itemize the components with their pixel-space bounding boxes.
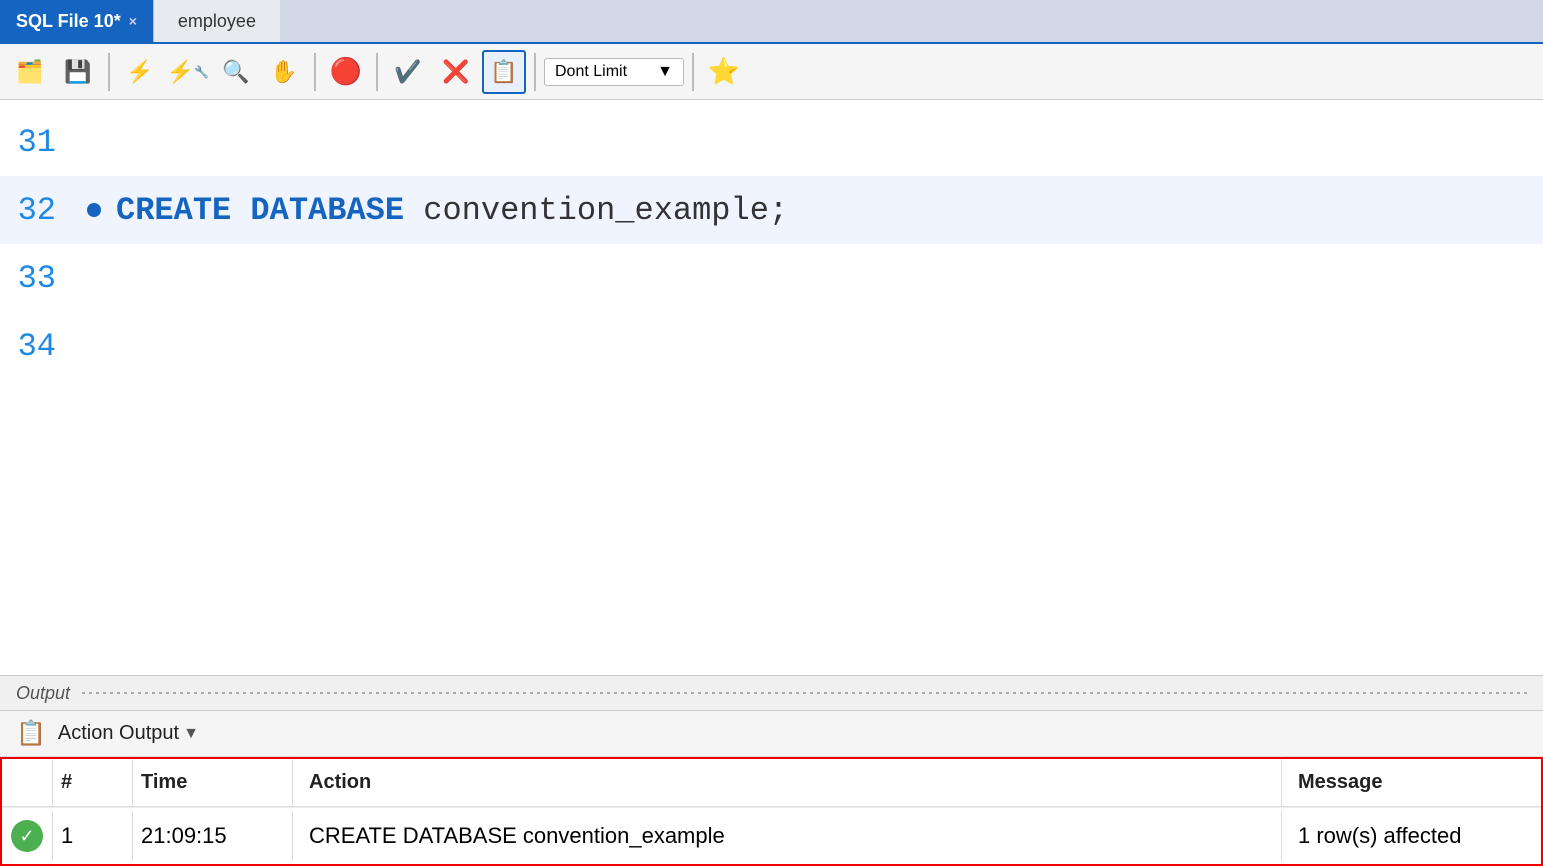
line-number-34: 34 bbox=[0, 328, 80, 365]
col-header-check bbox=[2, 759, 52, 806]
stop-button[interactable]: ✋ bbox=[262, 50, 306, 94]
line-number-32: 32 bbox=[0, 192, 80, 229]
code-line-34[interactable]: 34 bbox=[0, 312, 1543, 380]
save-button[interactable]: 💾 bbox=[56, 50, 100, 94]
results-table: # Time Action Message ✓ 1 21:09:15 CREAT… bbox=[0, 757, 1543, 866]
action-output-label: Action Output bbox=[58, 722, 179, 745]
results-table-header: # Time Action Message bbox=[2, 759, 1541, 807]
output-section-label: Output bbox=[16, 683, 70, 704]
action-output-dropdown[interactable]: Action Output ▼ bbox=[58, 722, 199, 745]
success-icon: ✓ bbox=[11, 820, 43, 852]
error-button[interactable]: 🔴 bbox=[324, 50, 368, 94]
action-output-bar: 📋 Action Output ▼ bbox=[0, 711, 1543, 757]
toolbar-separator-1 bbox=[108, 53, 110, 91]
output-dots-decoration bbox=[82, 692, 1527, 694]
execute-button[interactable]: ⚡ bbox=[118, 50, 162, 94]
results-table-body: ✓ 1 21:09:15 CREATE DATABASE convention_… bbox=[2, 807, 1541, 864]
limit-dropdown[interactable]: Dont Limit ▼ bbox=[544, 58, 684, 86]
tab-close-button[interactable]: × bbox=[129, 13, 137, 29]
line-content-32: CREATE DATABASE convention_example; bbox=[108, 192, 1543, 229]
limit-dropdown-arrow: ▼ bbox=[657, 63, 673, 81]
action-output-dropdown-arrow: ▼ bbox=[183, 725, 199, 743]
tab-employee[interactable]: employee bbox=[153, 0, 280, 42]
code-lines[interactable]: 3132CREATE DATABASE convention_example;3… bbox=[0, 100, 1543, 675]
find-button[interactable]: 🔍 bbox=[214, 50, 258, 94]
output-divider: Output bbox=[0, 675, 1543, 711]
commit-button[interactable]: ✔️ bbox=[386, 50, 430, 94]
line-number-33: 33 bbox=[0, 260, 80, 297]
row-num: 1 bbox=[52, 811, 132, 861]
col-header-num: # bbox=[52, 759, 132, 806]
favorite-button[interactable]: ⭐ bbox=[702, 50, 746, 94]
col-header-message: Message bbox=[1281, 759, 1541, 806]
col-header-time: Time bbox=[132, 759, 292, 806]
line-number-31: 31 bbox=[0, 124, 80, 161]
tab-bar: SQL File 10* × employee bbox=[0, 0, 1543, 44]
toolbar-separator-4 bbox=[534, 53, 536, 91]
tab-inactive-label: employee bbox=[178, 11, 256, 32]
row-message: 1 row(s) affected bbox=[1281, 811, 1541, 861]
rollback-button[interactable]: ❌ bbox=[434, 50, 478, 94]
toolbar-separator-2 bbox=[314, 53, 316, 91]
code-line-31[interactable]: 31 bbox=[0, 108, 1543, 176]
code-editor: 3132CREATE DATABASE convention_example;3… bbox=[0, 100, 1543, 675]
row-time: 21:09:15 bbox=[132, 811, 292, 861]
toolbar: 🗂️ 💾 ⚡ ⚡🔧 🔍 ✋ 🔴 ✔️ ❌ 📋 Dont Limit ▼ ⭐ bbox=[0, 44, 1543, 100]
row-status: ✓ bbox=[2, 808, 52, 864]
line-bullet-32 bbox=[80, 203, 108, 217]
tab-sql-file-10[interactable]: SQL File 10* × bbox=[0, 0, 153, 42]
limit-label: Dont Limit bbox=[555, 63, 627, 81]
toggle-output-button[interactable]: 📋 bbox=[482, 50, 526, 94]
tab-active-label: SQL File 10* bbox=[16, 11, 121, 32]
toolbar-separator-3 bbox=[376, 53, 378, 91]
row-action: CREATE DATABASE convention_example bbox=[292, 811, 1281, 861]
code-line-33[interactable]: 33 bbox=[0, 244, 1543, 312]
open-folder-button[interactable]: 🗂️ bbox=[8, 50, 52, 94]
code-line-32[interactable]: 32 CREATE DATABASE convention_example; bbox=[0, 176, 1543, 244]
execute-selection-button[interactable]: ⚡🔧 bbox=[166, 50, 210, 94]
table-row: ✓ 1 21:09:15 CREATE DATABASE convention_… bbox=[2, 807, 1541, 864]
action-output-icon: 📋 bbox=[16, 719, 46, 748]
col-header-action: Action bbox=[292, 759, 1281, 806]
toolbar-separator-5 bbox=[692, 53, 694, 91]
